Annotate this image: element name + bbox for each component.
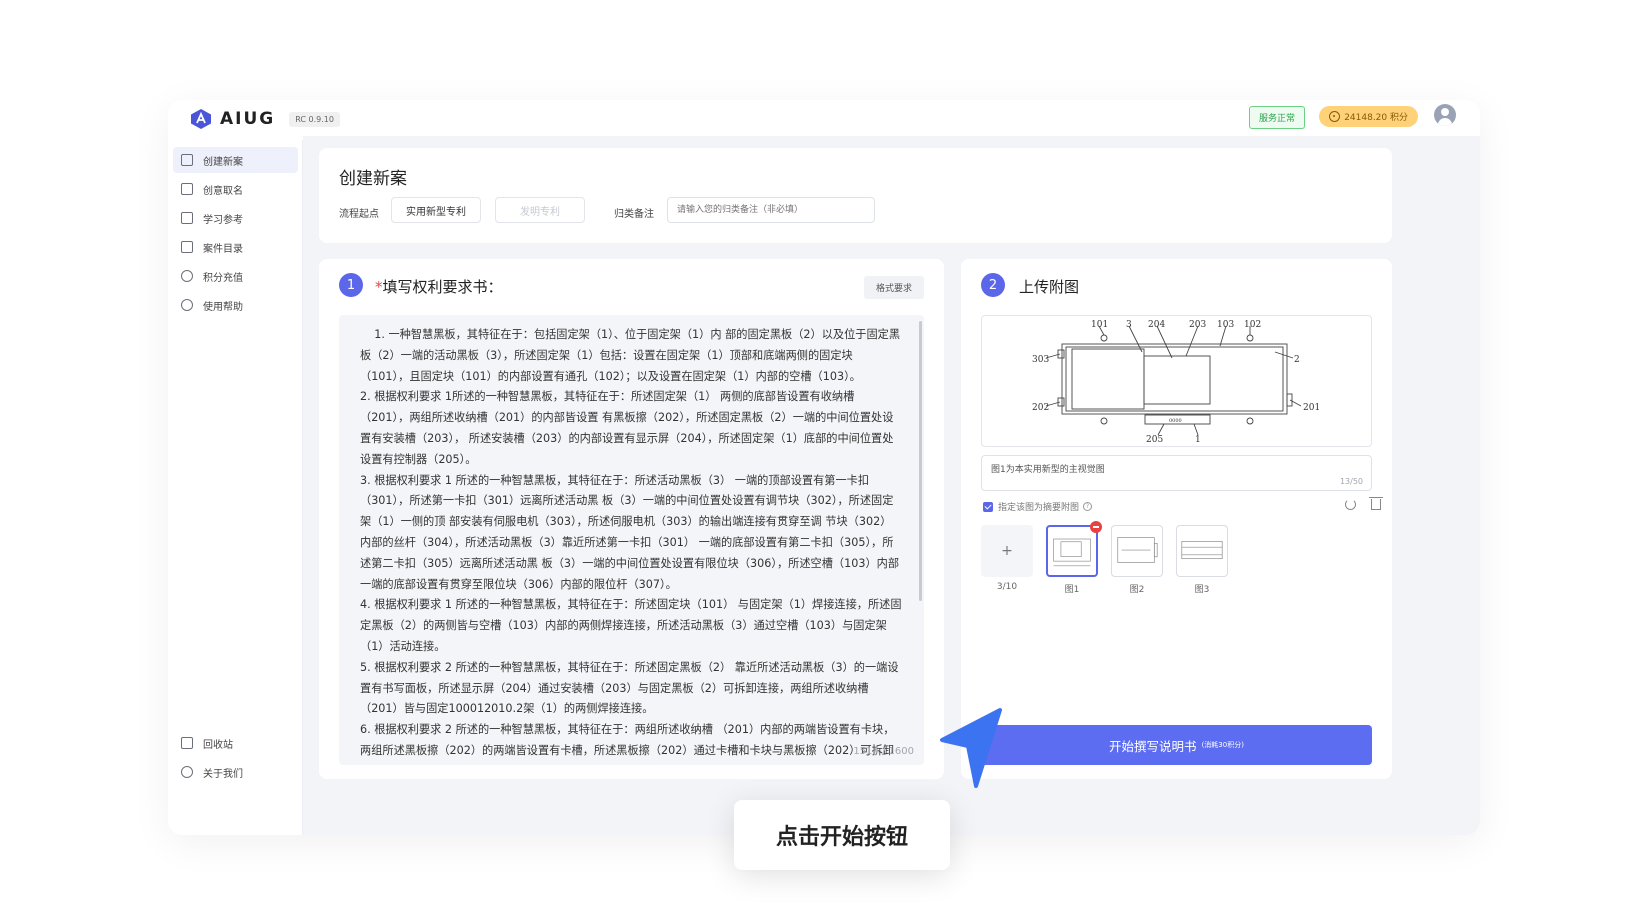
figure-preview[interactable]: 101 3 204 203 103 102 303 202 2 201 205 … (981, 315, 1372, 447)
logo-icon (191, 109, 211, 129)
claims-textarea[interactable]: 1. 一种智慧黑板，其特征在于：包括固定架（1）、位于固定架（1）内 部的固定黑… (339, 315, 924, 765)
callout-label: 203 (1189, 320, 1206, 330)
coin-icon (1329, 111, 1341, 122)
logo[interactable]: AIUG RC 0.9.10 (190, 108, 340, 130)
sidebar-item-about[interactable]: 关于我们 (173, 759, 298, 785)
figures-title: 上传附图 (1019, 278, 1080, 296)
trash-icon[interactable] (1369, 497, 1383, 510)
start-writing-button[interactable]: 开始撰写说明书 (消耗30积分) (981, 725, 1372, 765)
cursor-pointer-icon (940, 708, 1002, 788)
sidebar-item-label: 学习参考 (203, 214, 243, 226)
claims-title: *填写权利要求书： (375, 276, 503, 297)
callout-label: 103 (1217, 320, 1234, 330)
flow-start-label: 流程起点 (339, 209, 379, 220)
refresh-icon[interactable] (1345, 499, 1356, 510)
sidebar-item-recycle[interactable]: 回收站 (173, 730, 298, 756)
figure-thumb-3[interactable] (1176, 525, 1228, 577)
sidebar-item-label: 案件目录 (203, 243, 243, 255)
help-circle-icon (181, 299, 193, 311)
brand-name: AIUG (220, 109, 276, 129)
controller-label: 0000 (1169, 418, 1182, 424)
callout-label: 2 (1294, 355, 1300, 365)
step-number: 1 (339, 273, 363, 297)
note-label: 归类备注 (614, 209, 654, 220)
thumb-drawing (1181, 541, 1223, 560)
callout-label: 204 (1148, 320, 1165, 330)
sidebar-item-label: 创建新案 (203, 156, 243, 168)
sidebar-item-recharge[interactable]: 积分充值 (173, 263, 298, 289)
main-content: 创建新案 流程起点 实用新型专利 发明专利 归类备注 1 *填写权利要求书： 格… (303, 136, 1480, 835)
format-requirements-button[interactable]: 格式要求 (863, 276, 924, 299)
figure-thumb-label: 图2 (1129, 585, 1145, 595)
claims-card: 1 *填写权利要求书： 格式要求 1. 一种智慧黑板，其特征在于：包括固定架（1… (319, 259, 944, 779)
abstract-figure-checkbox[interactable]: 指定该图为摘要附图 ? (983, 500, 1093, 513)
claims-text: 1. 一种智慧黑板，其特征在于：包括固定架（1）、位于固定架（1）内 部的固定黑… (360, 328, 902, 765)
points-balance[interactable]: 24148.20 积分 (1319, 106, 1418, 127)
sidebar-item-label: 使用帮助 (203, 301, 243, 313)
caption-counter: 13/50 (1339, 477, 1363, 486)
create-case-card: 创建新案 流程起点 实用新型专利 发明专利 归类备注 (319, 148, 1392, 243)
coin-icon (181, 270, 193, 282)
sidebar-item-create[interactable]: 创建新案 (173, 147, 298, 173)
caption-text: 图1为本实用新型的主视觉图 (991, 465, 1105, 475)
avatar[interactable] (1434, 104, 1456, 126)
sidebar-item-help[interactable]: 使用帮助 (173, 292, 298, 318)
trash-icon (181, 737, 193, 749)
required-mark: * (375, 278, 383, 296)
app-window: AIUG RC 0.9.10 服务正常 24148.20 积分 创建新案 创意取… (168, 100, 1480, 835)
sidebar-item-label: 关于我们 (203, 768, 243, 780)
home-icon (181, 154, 193, 166)
utility-patent-button[interactable]: 实用新型专利 (391, 197, 481, 223)
callout-label: 303 (1032, 355, 1049, 365)
info-icon (181, 766, 193, 778)
h-square-icon (181, 183, 193, 195)
figure-count: 3/10 (996, 582, 1018, 592)
figures-card: 2 上传附图 101 3 204 203 103 102 303 202 2 2… (961, 259, 1392, 779)
callout-label: 101 (1091, 320, 1108, 330)
book-icon (181, 212, 193, 224)
page-title: 创建新案 (339, 169, 407, 189)
checkbox-checked-icon (983, 501, 993, 512)
callout-label: 205 (1146, 435, 1163, 445)
hint-tooltip: 点击开始按钮 (734, 800, 950, 870)
sidebar: 创建新案 创意取名 学习参考 案件目录 积分充值 使用帮助 回收站 关于我们 (168, 140, 303, 835)
callout-label: 1 (1195, 435, 1201, 445)
callout-label: 3 (1126, 320, 1132, 330)
sidebar-item-label: 积分充值 (203, 272, 243, 284)
file-list-icon (181, 241, 193, 253)
patent-drawing: 101 3 204 203 103 102 303 202 2 201 205 … (1032, 320, 1320, 445)
figure-thumb-1[interactable] (1046, 521, 1102, 577)
figure-thumb-2[interactable] (1111, 525, 1163, 577)
claims-title-text: 填写权利要求书： (382, 278, 503, 296)
scrollbar[interactable] (919, 321, 922, 601)
add-figure-button[interactable]: + (981, 525, 1033, 577)
char-counter: 1514 / 1600 (853, 746, 914, 757)
category-note-input[interactable] (667, 197, 875, 223)
top-bar: AIUG RC 0.9.10 服务正常 24148.20 积分 (168, 100, 1480, 136)
service-status-badge: 服务正常 (1248, 106, 1305, 129)
figure-thumb-label: 图1 (1064, 585, 1080, 595)
start-button-cost: (消耗30积分) (1201, 741, 1244, 749)
thumb-drawing (1117, 537, 1158, 563)
points-value: 24148.20 积分 (1344, 113, 1408, 123)
question-icon[interactable]: ? (1083, 502, 1093, 511)
start-button-label: 开始撰写说明书 (1109, 738, 1197, 754)
figure-thumb-label: 图3 (1194, 585, 1210, 595)
callout-label: 102 (1244, 320, 1261, 330)
remove-figure-icon[interactable] (1090, 521, 1102, 533)
sidebar-item-naming[interactable]: 创意取名 (173, 176, 298, 202)
version-badge: RC 0.9.10 (289, 111, 340, 127)
figure-caption-input[interactable]: 图1为本实用新型的主视觉图 13/50 (981, 455, 1372, 491)
sidebar-item-cases[interactable]: 案件目录 (173, 234, 298, 260)
sidebar-item-reference[interactable]: 学习参考 (173, 205, 298, 231)
abstract-figure-label: 指定该图为摘要附图 (998, 503, 1080, 513)
callout-label: 201 (1303, 403, 1320, 413)
step-number: 2 (981, 273, 1005, 297)
plus-icon: + (1001, 543, 1013, 559)
thumb-drawing (1053, 538, 1091, 567)
callout-label: 202 (1032, 403, 1049, 413)
sidebar-item-label: 回收站 (203, 739, 233, 751)
sidebar-item-label: 创意取名 (203, 185, 243, 197)
invention-patent-button[interactable]: 发明专利 (495, 197, 585, 223)
